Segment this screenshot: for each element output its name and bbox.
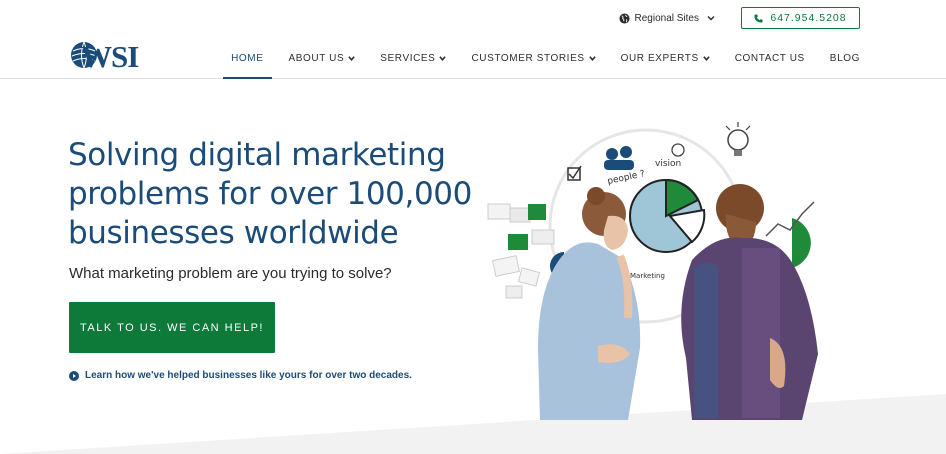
nav-services-label: SERVICES [380, 53, 436, 64]
nav-about-us[interactable]: ABOUT US [276, 38, 368, 79]
phone-button[interactable]: 647.954.5208 [741, 7, 860, 29]
nav-contact-us-label: CONTACT US [734, 53, 805, 64]
talk-to-us-button[interactable]: TALK TO US. WE CAN HELP! [69, 302, 275, 353]
phone-number: 647.954.5208 [770, 12, 847, 24]
nav-home[interactable]: HOME [219, 38, 276, 79]
caret-down-icon [588, 56, 596, 62]
nav-services[interactable]: SERVICES [368, 38, 459, 79]
nav-blog-label: BLOG [829, 53, 860, 64]
nav-home-label: HOME [231, 53, 264, 64]
green-chart-shape [792, 218, 811, 268]
sketch-word-marketing: Marketing [630, 272, 665, 280]
site-header: WSI Regional Sites 647.954.5208 HOME ABO… [0, 0, 946, 79]
play-circle-icon [69, 370, 79, 381]
lightbulb-sketch [725, 122, 751, 156]
caret-down-icon [702, 56, 710, 62]
phone-icon [754, 13, 763, 23]
nav-our-experts-label: OUR EXPERTS [620, 53, 699, 64]
nav-about-us-label: ABOUT US [288, 53, 345, 64]
hero-headline: Solving digital marketing problems for o… [68, 137, 472, 251]
main-nav: HOME ABOUT US SERVICES CUSTOMER STORIES … [219, 38, 860, 79]
nav-blog[interactable]: BLOG [817, 38, 860, 79]
hero-illustration: people ? vision Marketing [487, 122, 818, 420]
regional-sites-dropdown[interactable]: Regional Sites [618, 12, 715, 24]
hero-subheadline: What marketing problem are you trying to… [69, 265, 392, 282]
learn-more-link[interactable]: Learn how we've helped businesses like y… [69, 370, 412, 381]
nav-customer-stories-label: CUSTOMER STORIES [471, 53, 585, 64]
caret-down-icon [439, 56, 447, 62]
nav-customer-stories[interactable]: CUSTOMER STORIES [459, 38, 608, 79]
regional-sites-label: Regional Sites [634, 12, 699, 24]
nav-our-experts[interactable]: OUR EXPERTS [608, 38, 722, 79]
learn-more-text: Learn how we've helped businesses like y… [85, 370, 412, 381]
utility-bar: Regional Sites 647.954.5208 [618, 7, 860, 29]
caret-down-icon [348, 56, 355, 62]
wsi-logo[interactable]: WSI [70, 37, 154, 73]
sticky-notes [487, 203, 555, 299]
chevron-down-icon [707, 16, 715, 21]
globe-icon [618, 12, 630, 24]
sketch-word-vision: vision [655, 159, 681, 169]
nav-contact-us[interactable]: CONTACT US [722, 38, 817, 79]
logo-text: WSI [81, 39, 139, 73]
